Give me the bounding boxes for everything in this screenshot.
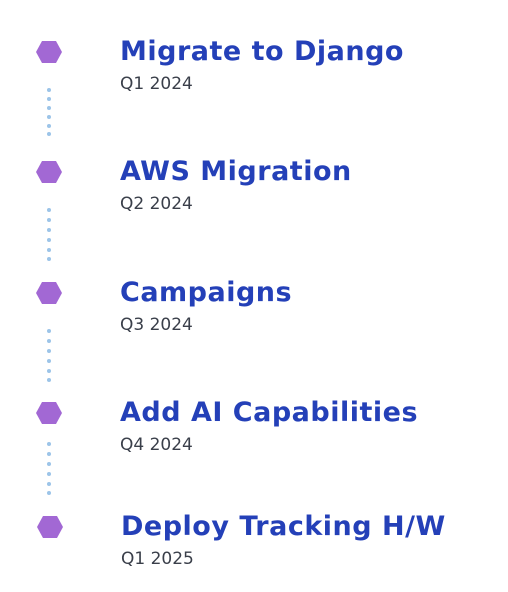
milestone-5: Deploy Tracking H/W Q1 2025 [0,512,508,592]
milestone-1: Migrate to Django Q1 2024 [0,37,508,117]
hexagon-marker-icon [35,40,63,64]
timeline-connector [47,88,51,136]
timeline-connector [47,329,51,382]
milestone-3: Campaigns Q3 2024 [0,278,508,358]
milestone-4: Add AI Capabilities Q4 2024 [0,398,508,478]
milestone-title: AWS Migration [120,156,352,187]
timeline-connector [47,442,51,495]
roadmap-timeline: Migrate to Django Q1 2024 AWS Migration … [0,0,508,589]
hexagon-marker-icon [36,515,64,539]
milestone-date: Q2 2024 [120,194,193,214]
milestone-title: Migrate to Django [120,36,404,67]
hexagon-marker-icon [35,281,63,305]
milestone-title: Add AI Capabilities [120,397,419,428]
hexagon-marker-icon [35,401,63,425]
milestone-date: Q3 2024 [120,315,193,335]
milestone-title: Deploy Tracking H/W [121,511,446,542]
milestone-title: Campaigns [120,277,293,308]
milestone-date: Q1 2025 [121,549,194,569]
hexagon-marker-icon [35,160,63,184]
milestone-date: Q1 2024 [120,74,193,94]
milestone-2: AWS Migration Q2 2024 [0,157,508,237]
milestone-date: Q4 2024 [120,435,193,455]
timeline-connector [47,208,51,261]
